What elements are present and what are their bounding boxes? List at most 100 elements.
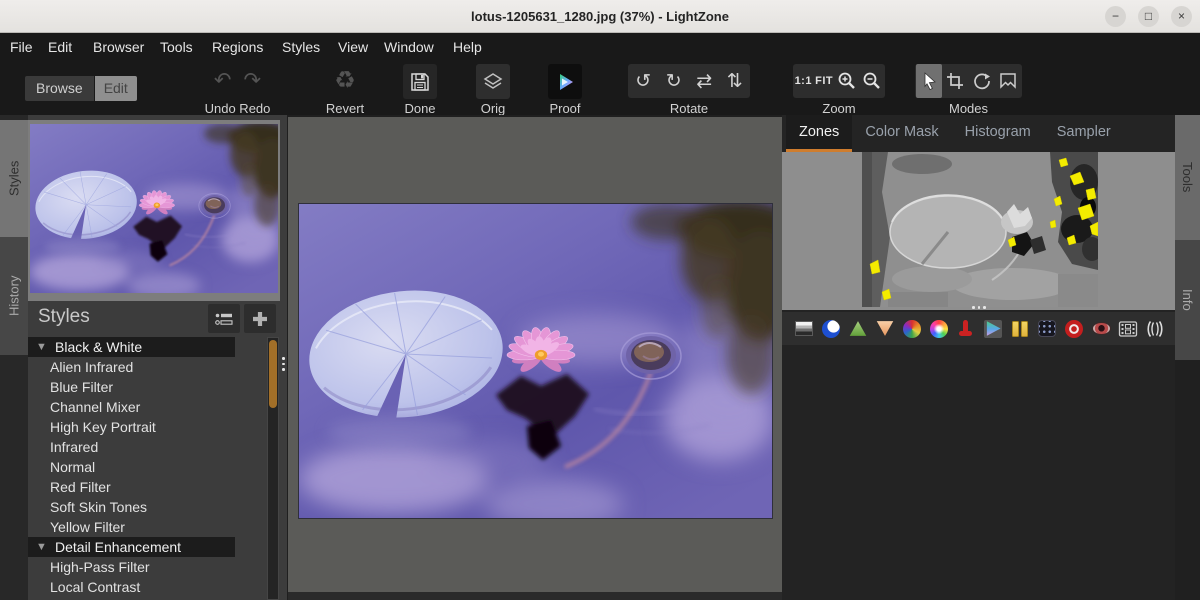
- tab-history[interactable]: History: [0, 237, 28, 355]
- zone-mapper-icon[interactable]: [794, 319, 814, 339]
- style-item[interactable]: Local Contrast: [28, 577, 280, 597]
- tab-color-mask[interactable]: Color Mask: [852, 115, 951, 152]
- right-tab-strip: Tools Info: [1175, 115, 1200, 600]
- list-icon: [213, 309, 235, 329]
- hue-saturation-icon[interactable]: [902, 319, 922, 339]
- styles-scrollbar[interactable]: [267, 337, 279, 600]
- tab-zones[interactable]: Zones: [786, 115, 852, 152]
- style-item[interactable]: High Key Portrait: [28, 417, 280, 437]
- preview-thumbnail: [28, 120, 280, 301]
- browse-edit-toggle: Browse Edit: [25, 76, 137, 101]
- tool-strip: [782, 312, 1175, 345]
- undo-icon[interactable]: ↶: [214, 64, 232, 98]
- proof-button[interactable]: [548, 64, 582, 99]
- style-item[interactable]: Channel Mixer: [28, 397, 280, 417]
- zoom-out-icon[interactable]: [861, 70, 883, 92]
- styles-panel-title: Styles: [38, 306, 90, 328]
- maximize-button[interactable]: □: [1138, 6, 1159, 27]
- rotate-arrow-icon: [972, 71, 992, 91]
- zones-preview: [782, 152, 1175, 310]
- save-icon: [408, 70, 432, 94]
- revert-icon[interactable]: ♻: [334, 64, 356, 98]
- zoom-fit-button[interactable]: FIT: [815, 75, 833, 87]
- toolbar: Browse Edit ↶ ↷ Undo Redo ♻ Revert: [0, 62, 1200, 115]
- menu-edit[interactable]: Edit: [48, 33, 72, 62]
- editor-bottom-strip: [288, 592, 782, 600]
- styles-scrollbar-thumb[interactable]: [269, 340, 277, 408]
- menubar: File Edit Browser Tools Regions Styles V…: [0, 33, 1200, 62]
- noise-reduction-icon[interactable]: [1010, 319, 1030, 339]
- crop-mode-button[interactable]: [943, 64, 969, 98]
- styles-list: ▼Black & White Alien Infrared Blue Filte…: [28, 337, 280, 600]
- menu-file[interactable]: File: [10, 33, 33, 62]
- flip-horizontal-icon[interactable]: ⇄: [696, 70, 712, 93]
- edit-button[interactable]: Edit: [95, 76, 137, 101]
- style-item[interactable]: Infrared: [28, 437, 280, 457]
- toolstrip-grip-icon[interactable]: [972, 306, 986, 309]
- black-and-white-icon[interactable]: [983, 319, 1003, 339]
- style-category[interactable]: ▼Black & White: [28, 337, 235, 357]
- clone-icon[interactable]: [1091, 319, 1111, 339]
- style-item[interactable]: High-Pass Filter: [28, 557, 280, 577]
- red-eye-icon[interactable]: [1064, 319, 1084, 339]
- tab-styles[interactable]: Styles: [0, 120, 28, 237]
- tab-histogram[interactable]: Histogram: [952, 115, 1044, 152]
- style-item[interactable]: Yellow Filter: [28, 517, 280, 537]
- layers-icon: [481, 70, 505, 94]
- style-item[interactable]: Normal: [28, 457, 280, 477]
- arrow-mode-button[interactable]: [916, 64, 942, 98]
- gaussian-blur-icon[interactable]: [875, 319, 895, 339]
- style-item[interactable]: Red Filter: [28, 477, 280, 497]
- browse-button[interactable]: Browse: [25, 76, 94, 101]
- zoom-1to1-button[interactable]: 1:1: [795, 75, 812, 87]
- menu-tools[interactable]: Tools: [160, 33, 193, 62]
- titlebar: lotus-1205631_1280.jpg (37%) - LightZone…: [0, 0, 1200, 33]
- tab-info[interactable]: Info: [1175, 240, 1200, 360]
- window-title: lotus-1205631_1280.jpg (37%) - LightZone: [471, 9, 729, 24]
- redo-icon[interactable]: ↷: [244, 64, 262, 98]
- region-icon: [998, 71, 1018, 91]
- rotate-mode-button[interactable]: [969, 64, 995, 98]
- minimize-button[interactable]: −: [1105, 6, 1126, 27]
- menu-regions[interactable]: Regions: [212, 33, 263, 62]
- crop-icon: [945, 71, 965, 91]
- done-button[interactable]: [403, 64, 437, 99]
- relight-icon[interactable]: [821, 319, 841, 339]
- left-tab-strip: Styles History: [0, 115, 28, 600]
- flip-vertical-icon[interactable]: ⇅: [727, 70, 743, 93]
- rotate-label: Rotate: [628, 101, 750, 116]
- color-balance-icon[interactable]: [929, 319, 949, 339]
- style-item[interactable]: Alien Infrared: [28, 357, 280, 377]
- menu-window[interactable]: Window: [384, 33, 434, 62]
- editor-canvas[interactable]: [287, 115, 782, 600]
- style-options-button[interactable]: [208, 304, 240, 333]
- sharpen-icon[interactable]: [848, 319, 868, 339]
- dust-removal-icon[interactable]: [1037, 319, 1057, 339]
- rotate-right-icon[interactable]: ↻: [666, 70, 682, 93]
- edited-photo[interactable]: [299, 204, 772, 518]
- menu-browser[interactable]: Browser: [93, 33, 144, 62]
- menu-styles[interactable]: Styles: [282, 33, 320, 62]
- tab-tools[interactable]: Tools: [1175, 115, 1200, 240]
- style-item[interactable]: Blue Filter: [28, 377, 280, 397]
- modes-label: Modes: [915, 101, 1022, 116]
- menu-view[interactable]: View: [338, 33, 368, 62]
- style-item[interactable]: Soft Skin Tones: [28, 497, 280, 517]
- left-panel-divider[interactable]: [280, 115, 287, 600]
- style-category[interactable]: ▼Detail Enhancement: [28, 537, 235, 557]
- rotate-left-icon[interactable]: ↺: [635, 70, 651, 93]
- vignette-icon[interactable]: [1145, 319, 1165, 339]
- white-point-icon[interactable]: [956, 319, 976, 339]
- close-button[interactable]: ×: [1171, 6, 1192, 27]
- zoom-in-icon[interactable]: [836, 70, 858, 92]
- menu-help[interactable]: Help: [453, 33, 482, 62]
- revert-label: Revert: [320, 101, 370, 116]
- orig-button[interactable]: [476, 64, 510, 99]
- region-mode-button[interactable]: [996, 64, 1022, 98]
- add-style-button[interactable]: [244, 304, 276, 333]
- cursor-icon: [919, 71, 939, 91]
- tab-sampler[interactable]: Sampler: [1044, 115, 1124, 152]
- tools-tabbar: Zones Color Mask Histogram Sampler: [782, 115, 1175, 152]
- film-grain-icon[interactable]: [1118, 319, 1138, 339]
- lightzone-window: lotus-1205631_1280.jpg (37%) - LightZone…: [0, 0, 1200, 600]
